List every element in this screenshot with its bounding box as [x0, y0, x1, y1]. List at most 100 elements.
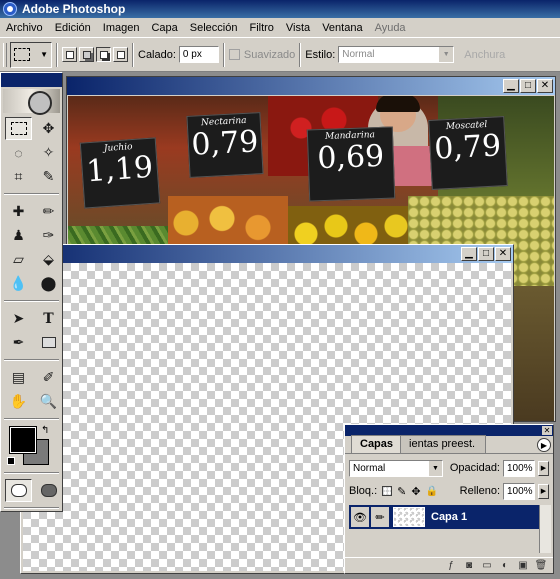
maximize-icon[interactable]: □ — [478, 247, 494, 261]
brush-tool-icon[interactable]: ✏ — [35, 200, 62, 223]
panel-menu-icon[interactable]: ▶ — [537, 438, 551, 452]
photo-window-titlebar[interactable]: ▁ □ ✕ — [67, 77, 555, 95]
blur-tool-icon[interactable]: 💧 — [5, 272, 32, 295]
panel-close-icon[interactable]: ✕ — [542, 426, 552, 435]
menu-imagen[interactable]: Imagen — [97, 22, 146, 34]
layer-name[interactable]: Capa 1 — [431, 511, 467, 523]
menu-vista[interactable]: Vista — [280, 22, 316, 34]
slice-tool-icon[interactable]: ✎ — [35, 165, 62, 188]
opacity-label: Opacidad: — [449, 462, 500, 474]
price-sign-juchio: Juchio 1,19 — [79, 137, 161, 209]
marquee-preset-icon — [14, 48, 30, 61]
layer-style-icon[interactable]: ƒ — [445, 560, 457, 572]
style-select[interactable]: Normal ▼ — [338, 46, 455, 63]
chevron-down-icon: ▼ — [40, 50, 48, 59]
divider — [4, 359, 59, 361]
move-tool-icon[interactable]: ✥ — [35, 117, 62, 140]
swap-colors-icon[interactable]: ↰ — [41, 425, 49, 436]
magic-wand-icon[interactable]: ✧ — [35, 141, 62, 164]
tool-preset-picker[interactable]: ▼ — [10, 41, 52, 68]
fill-slider-arrow-icon[interactable]: ▶ — [538, 483, 549, 499]
hand-tool-icon[interactable]: ✋ — [5, 390, 32, 413]
zoom-tool-icon[interactable]: 🔍 — [35, 390, 62, 413]
dodge-tool-icon[interactable]: ⬤ — [35, 272, 62, 295]
divider — [4, 418, 59, 420]
new-set-icon[interactable]: ▭ — [481, 560, 493, 572]
layers-scrollbar[interactable] — [539, 505, 551, 553]
maximize-icon[interactable]: □ — [520, 79, 536, 93]
rect-marquee-icon[interactable] — [5, 117, 32, 140]
opacity-input[interactable]: 100% — [503, 459, 535, 477]
stamp-tool-icon[interactable]: ♟ — [5, 224, 32, 247]
divider — [132, 42, 134, 67]
menu-ayuda[interactable]: Ayuda — [369, 22, 412, 34]
antialias-checkbox[interactable] — [228, 49, 240, 60]
color-swatches: ↰ — [1, 423, 62, 469]
menu-edicion[interactable]: Edición — [49, 22, 97, 34]
tab-capas[interactable]: Capas — [351, 435, 405, 453]
blend-mode-select[interactable]: Normal ▼ — [349, 459, 443, 477]
close-icon[interactable]: ✕ — [495, 247, 511, 261]
standard-mode-icon[interactable] — [5, 479, 32, 502]
menu-ventana[interactable]: Ventana — [316, 22, 368, 34]
toolbox: ✥ ◌ ✧ ⌗ ✎ ✚ ✏ ♟ ✑ ▱ ⬙ 💧 ⬤ ➤ T ✒ ▤ ✐ ✋ 🔍 … — [0, 72, 63, 512]
menu-seleccion[interactable]: Selección — [184, 22, 244, 34]
history-brush-icon[interactable]: ✑ — [35, 224, 62, 247]
foreground-color-swatch[interactable] — [9, 426, 37, 454]
path-select-icon[interactable]: ➤ — [5, 307, 32, 330]
fill-input[interactable]: 100% — [503, 482, 535, 500]
photoshop-window: Adobe Photoshop Archivo Edición Imagen C… — [0, 0, 560, 579]
layer-mask-icon[interactable]: ◙ — [463, 560, 475, 572]
lock-all-icon[interactable]: 🔒 — [426, 486, 438, 497]
paint-bucket-icon[interactable]: ⬙ — [35, 248, 62, 271]
type-tool-icon[interactable]: T — [35, 307, 62, 330]
pen-tool-icon[interactable]: ✒ — [5, 331, 32, 354]
lock-transparency-icon[interactable] — [382, 486, 393, 496]
divider — [56, 42, 58, 67]
delete-layer-icon[interactable]: 🗑 — [535, 560, 548, 572]
lasso-tool-icon[interactable]: ◌ — [5, 141, 32, 164]
subtract-selection-icon[interactable] — [96, 47, 111, 62]
price-sign-mandarina: Mandarina 0,69 — [306, 126, 396, 202]
close-icon[interactable]: ✕ — [537, 79, 553, 93]
divider — [4, 507, 59, 509]
minimize-icon[interactable]: ▁ — [503, 79, 519, 93]
layer-row[interactable]: 👁 ✏ Capa 1 — [349, 505, 549, 529]
adjustment-layer-icon[interactable]: ◐ — [499, 560, 511, 572]
healing-brush-icon[interactable]: ✚ — [5, 200, 32, 223]
lock-fill-row: Bloq.: ✎ ✥ 🔒 Relleno: 100% ▶ — [345, 480, 553, 502]
add-selection-icon[interactable] — [79, 47, 94, 62]
new-layer-icon[interactable]: ▣ — [517, 560, 529, 572]
options-grip[interactable] — [3, 42, 7, 67]
tool-grid-vector: ➤ T ✒ — [1, 305, 62, 356]
crop-tool-icon[interactable]: ⌗ — [5, 165, 32, 188]
toolbox-titlebar[interactable] — [1, 73, 62, 87]
menu-capa[interactable]: Capa — [145, 22, 183, 34]
lock-pixels-icon[interactable]: ✎ — [397, 485, 406, 498]
lock-label: Bloq.: — [349, 485, 378, 497]
brush-link-icon[interactable]: ✏ — [371, 507, 389, 527]
shape-tool-icon[interactable] — [35, 331, 62, 354]
chevron-down-icon: ▼ — [439, 47, 454, 62]
menu-archivo[interactable]: Archivo — [0, 22, 49, 34]
fill-control: Relleno: 100% ▶ — [460, 482, 549, 500]
visibility-eye-icon[interactable]: 👁 — [351, 507, 369, 527]
quick-mask-icon[interactable] — [35, 479, 62, 502]
eyedropper-icon[interactable]: ✐ — [35, 366, 62, 389]
price-sign-value: 0,69 — [316, 138, 385, 177]
menu-filtro[interactable]: Filtro — [243, 22, 279, 34]
new-selection-icon[interactable] — [62, 47, 77, 62]
notes-tool-icon[interactable]: ▤ — [5, 366, 32, 389]
default-colors-icon[interactable] — [7, 457, 15, 465]
intersect-selection-icon[interactable] — [113, 47, 128, 62]
width-label: Anchura — [464, 48, 506, 61]
blank-window-titlebar[interactable]: ▁ □ ✕ — [21, 245, 513, 263]
feather-input[interactable]: 0 px — [178, 46, 219, 63]
eraser-tool-icon[interactable]: ▱ — [5, 248, 32, 271]
minimize-icon[interactable]: ▁ — [461, 247, 477, 261]
lock-position-icon[interactable]: ✥ — [411, 485, 420, 498]
opacity-slider-arrow-icon[interactable]: ▶ — [538, 460, 549, 476]
price-sign-moscatel: Moscatel 0,79 — [428, 116, 508, 190]
tab-tool-presets[interactable]: ientas preest. — [400, 435, 487, 453]
layer-thumbnail[interactable] — [393, 507, 425, 527]
